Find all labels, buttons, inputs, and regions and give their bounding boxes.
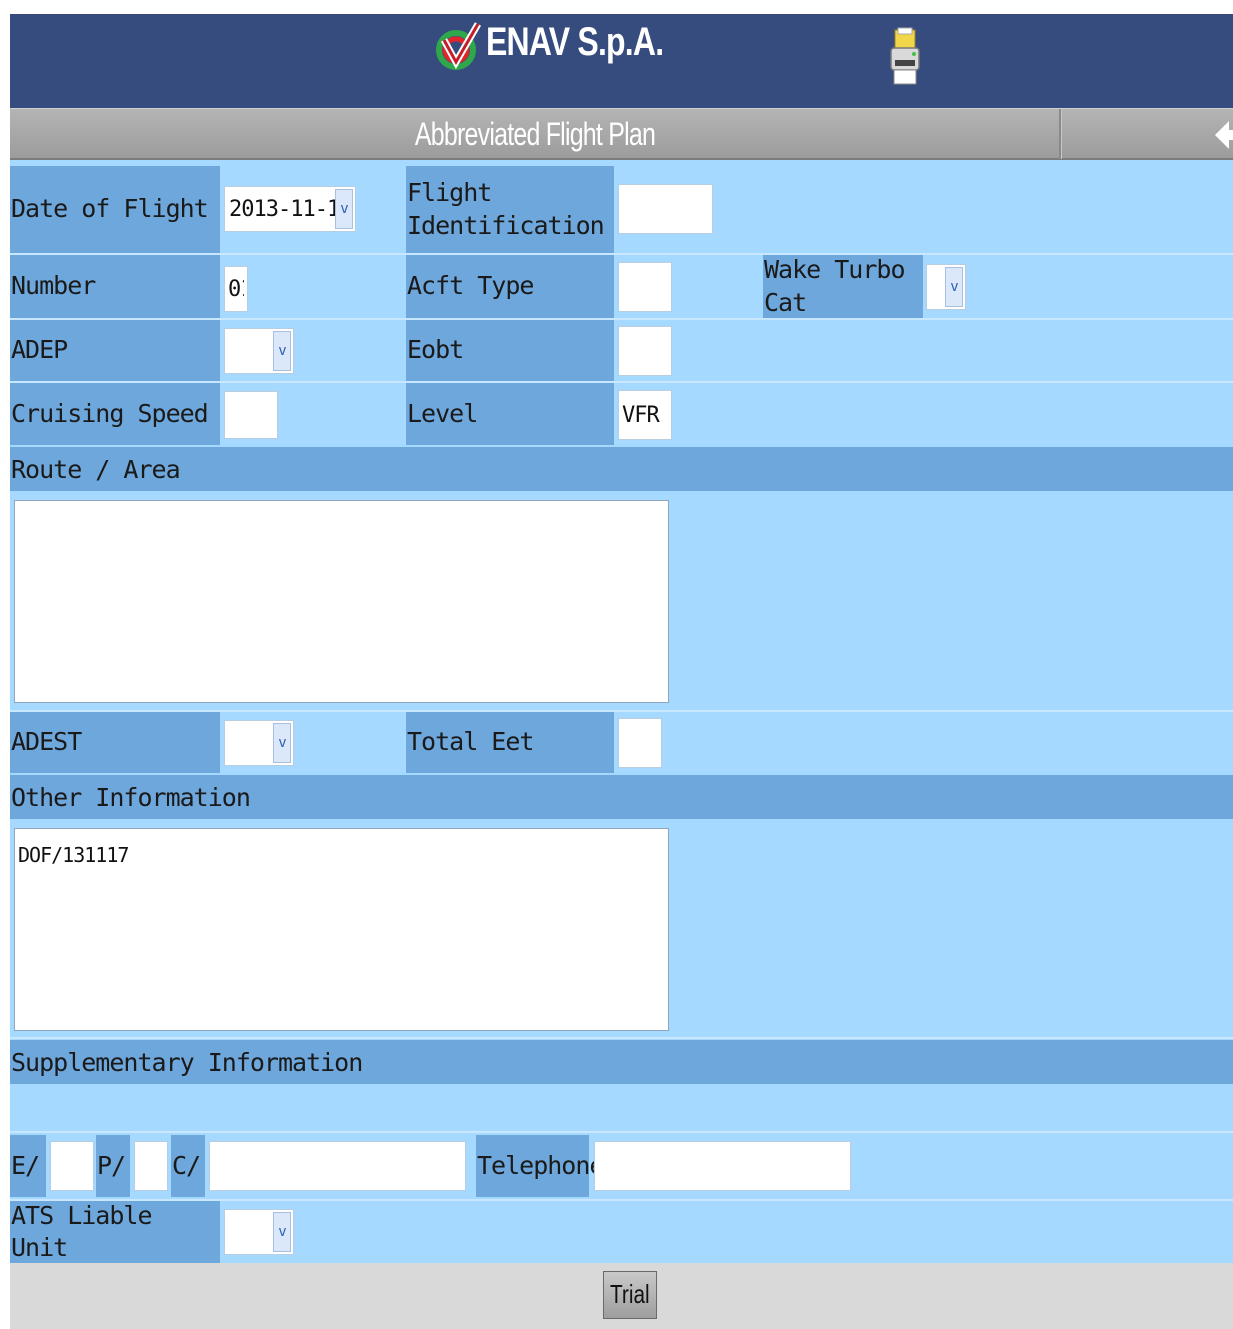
wake-turbo-cat-select[interactable]: v <box>926 264 966 310</box>
cruising-speed-input[interactable] <box>224 391 278 439</box>
adep-select[interactable]: v <box>224 328 294 374</box>
telephone-input[interactable] <box>594 1141 851 1191</box>
cruising-speed-label: Cruising Speed <box>10 383 220 445</box>
adep-label: ADEP <box>10 320 220 381</box>
chevron-down-icon[interactable]: v <box>945 267 963 307</box>
enav-logo: ENAV S.p.A. <box>434 18 664 74</box>
date-of-flight-label: Date of Flight <box>10 166 220 253</box>
title-bar-divider <box>1059 109 1062 159</box>
p-input[interactable] <box>134 1141 168 1191</box>
footer-bar: Trial <box>10 1263 1233 1329</box>
back-arrow-icon[interactable] <box>1213 117 1233 153</box>
date-of-flight-select[interactable]: 2013-11-17 v <box>224 186 356 232</box>
row-divider <box>10 1131 1233 1133</box>
trial-button[interactable]: Trial <box>603 1271 657 1319</box>
level-label: Level <box>406 383 614 445</box>
adest-label: ADEST <box>10 712 220 773</box>
ats-liable-unit-select[interactable]: v <box>224 1209 294 1255</box>
logo-name: ENAV S.p.A. <box>486 20 664 64</box>
c-input[interactable] <box>209 1141 466 1191</box>
wake-turbo-cat-label: Wake Turbo Cat <box>763 255 923 318</box>
acft-type-label: Acft Type <box>406 255 614 318</box>
chevron-down-icon[interactable]: v <box>335 189 353 229</box>
app-header: ENAV S.p.A. <box>10 14 1233 108</box>
p-label: P/ <box>96 1135 130 1197</box>
telephone-label: Telephone: <box>476 1135 619 1197</box>
flight-identification-input[interactable] <box>618 184 713 234</box>
title-bar: Abbreviated Flight Plan <box>10 108 1233 160</box>
e-label: E/ <box>10 1135 46 1197</box>
page-title: Abbreviated Flight Plan <box>414 116 656 152</box>
flight-identification-label: Flight Identification <box>406 166 614 253</box>
route-area-header: Route / Area <box>10 447 1233 491</box>
supplementary-information-header: Supplementary Information <box>10 1040 1233 1084</box>
number-input[interactable] <box>224 266 248 312</box>
c-label: C/ <box>171 1135 205 1197</box>
other-information-header: Other Information <box>10 775 1233 819</box>
route-area-textarea[interactable] <box>14 500 669 703</box>
row-divider <box>10 1037 1233 1039</box>
adest-select[interactable]: v <box>224 720 294 766</box>
flight-plan-app: ENAV S.p.A. Abbreviated Flight Plan Date… <box>10 14 1233 1329</box>
chevron-down-icon[interactable]: v <box>273 723 291 763</box>
e-input[interactable] <box>50 1141 94 1191</box>
trial-button-label: Trial <box>610 1279 650 1309</box>
eobt-label: Eobt <box>406 320 614 381</box>
number-label: Number <box>10 255 220 318</box>
chevron-down-icon[interactable]: v <box>273 1212 291 1252</box>
eobt-input[interactable] <box>618 326 672 376</box>
chevron-down-icon[interactable]: v <box>273 331 291 371</box>
enav-logo-icon <box>436 22 482 70</box>
acft-type-input[interactable] <box>618 262 672 312</box>
total-eet-label: Total Eet <box>406 712 614 773</box>
printer-icon[interactable] <box>886 24 926 94</box>
total-eet-input[interactable] <box>618 718 662 768</box>
level-input[interactable] <box>618 390 672 440</box>
date-of-flight-value: 2013-11-17 <box>229 196 335 222</box>
ats-liable-unit-label: ATS Liable Unit <box>10 1201 220 1263</box>
other-information-textarea[interactable]: DOF/131117 <box>14 828 669 1031</box>
